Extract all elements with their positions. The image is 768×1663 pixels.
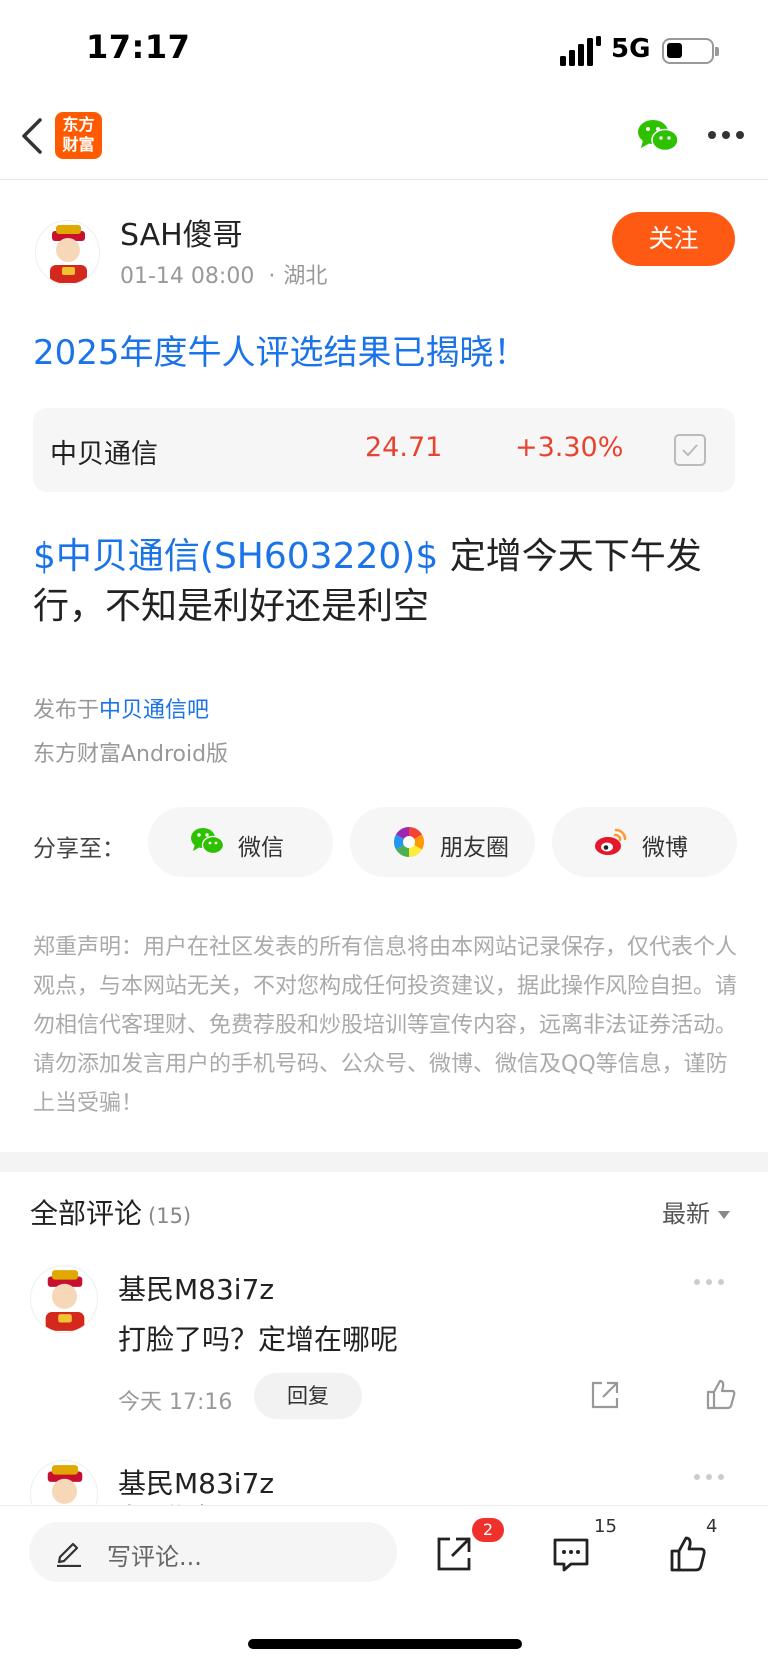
caret-down-icon bbox=[718, 1211, 730, 1219]
promo-link[interactable]: 2025年度牛人评选结果已揭晓！ bbox=[33, 325, 528, 374]
logo-text-bottom: 财富 bbox=[62, 135, 95, 154]
nav-bar: 东方 财富 bbox=[0, 100, 768, 180]
comment-user-name[interactable]: 基民M83i7z bbox=[118, 1462, 274, 1502]
comment-more-icon[interactable] bbox=[694, 1474, 724, 1482]
pen-icon bbox=[57, 1542, 81, 1567]
share-wechat-button[interactable]: 微信 bbox=[148, 807, 333, 877]
reply-button[interactable]: 回复 bbox=[254, 1373, 362, 1419]
caishen-avatar-icon bbox=[50, 225, 87, 283]
share-label: 分享至： bbox=[33, 836, 125, 862]
comment-count: 15 bbox=[594, 1516, 617, 1537]
battery-icon bbox=[662, 38, 719, 64]
signal-icon bbox=[560, 36, 601, 66]
disclaimer-text: 郑重声明：用户在社区发表的所有信息将由本网站记录保存，仅代表个人观点，与本网站无… bbox=[33, 935, 738, 1116]
forum-link[interactable]: 中贝通信吧 bbox=[99, 698, 209, 723]
posted-in: 发布于中贝通信吧 bbox=[33, 692, 209, 724]
comment-text: 打脸了吗？定增在哪呢 bbox=[118, 1323, 399, 1356]
comment-user-name[interactable]: 基民M83i7z bbox=[118, 1268, 274, 1308]
comment-like-icon[interactable] bbox=[704, 1378, 738, 1412]
check-icon bbox=[682, 444, 698, 457]
comment-share-icon[interactable] bbox=[588, 1378, 622, 1412]
share-wechat-label: 微信 bbox=[238, 835, 284, 861]
bottom-action-bar: 写评论... 2 15 4 bbox=[0, 1505, 768, 1663]
app-logo: 东方 财富 bbox=[55, 112, 102, 159]
stock-card[interactable]: 中贝通信 24.71 +3.30% bbox=[33, 408, 735, 492]
moments-icon bbox=[393, 827, 425, 857]
status-time: 17:17 bbox=[86, 28, 191, 66]
client-label: 东方财富Android版 bbox=[33, 742, 229, 767]
wechat-share-icon[interactable] bbox=[637, 118, 679, 154]
status-bar: 17:17 5G bbox=[0, 0, 768, 100]
like-count: 4 bbox=[706, 1516, 718, 1537]
more-menu-icon[interactable] bbox=[708, 131, 744, 141]
network-label: 5G bbox=[611, 34, 651, 64]
weibo-icon bbox=[595, 828, 627, 855]
share-moments-label: 朋友圈 bbox=[440, 835, 509, 861]
sort-label: 最新 bbox=[662, 1200, 710, 1228]
post-location: 湖北 bbox=[283, 264, 328, 289]
post-meta: 01-14 08:00 · 湖北 bbox=[120, 264, 328, 289]
section-divider bbox=[0, 1152, 768, 1172]
comments-title: 全部评论 bbox=[30, 1197, 143, 1230]
comments-header: 全部评论 (15) bbox=[30, 1192, 191, 1232]
post-body: $中贝通信(SH603220)$ 定增今天下午发行，不知是利好还是利空 bbox=[33, 532, 743, 632]
follow-button[interactable]: 关注 bbox=[612, 212, 735, 266]
wechat-icon bbox=[191, 828, 224, 855]
write-comment-placeholder: 写评论... bbox=[107, 1543, 202, 1571]
like-icon[interactable] bbox=[668, 1534, 708, 1574]
comment-time: 今天 17:16 bbox=[118, 1390, 233, 1415]
logo-text-top: 东方 bbox=[62, 115, 95, 134]
author-avatar[interactable] bbox=[35, 220, 100, 285]
stock-tag-link[interactable]: $中贝通信(SH603220)$ bbox=[33, 536, 438, 577]
sort-dropdown[interactable]: 最新 bbox=[662, 1194, 730, 1229]
add-watchlist-checkbox[interactable] bbox=[674, 434, 706, 466]
share-weibo-label: 微博 bbox=[642, 835, 688, 861]
comments-count: (15) bbox=[148, 1204, 192, 1228]
share-weibo-button[interactable]: 微博 bbox=[552, 807, 737, 877]
author-name[interactable]: SAH傻哥 bbox=[120, 210, 243, 254]
home-indicator bbox=[248, 1639, 522, 1649]
caishen-avatar-icon bbox=[45, 1270, 85, 1331]
stock-price: 24.71 bbox=[365, 432, 443, 463]
share-moments-button[interactable]: 朋友圈 bbox=[350, 807, 535, 877]
share-icon[interactable] bbox=[434, 1534, 474, 1574]
back-icon[interactable] bbox=[18, 114, 48, 158]
comment-more-icon[interactable] bbox=[694, 1279, 724, 1287]
share-badge: 2 bbox=[472, 1518, 504, 1542]
write-comment-input[interactable]: 写评论... bbox=[29, 1522, 397, 1582]
stock-name: 中贝通信 bbox=[50, 439, 158, 470]
comment-avatar[interactable] bbox=[30, 1265, 98, 1333]
posted-in-prefix: 发布于 bbox=[33, 698, 100, 723]
post-datetime: 01-14 08:00 bbox=[120, 264, 255, 289]
comment-icon[interactable] bbox=[551, 1534, 591, 1574]
stock-change: +3.30% bbox=[515, 432, 624, 463]
